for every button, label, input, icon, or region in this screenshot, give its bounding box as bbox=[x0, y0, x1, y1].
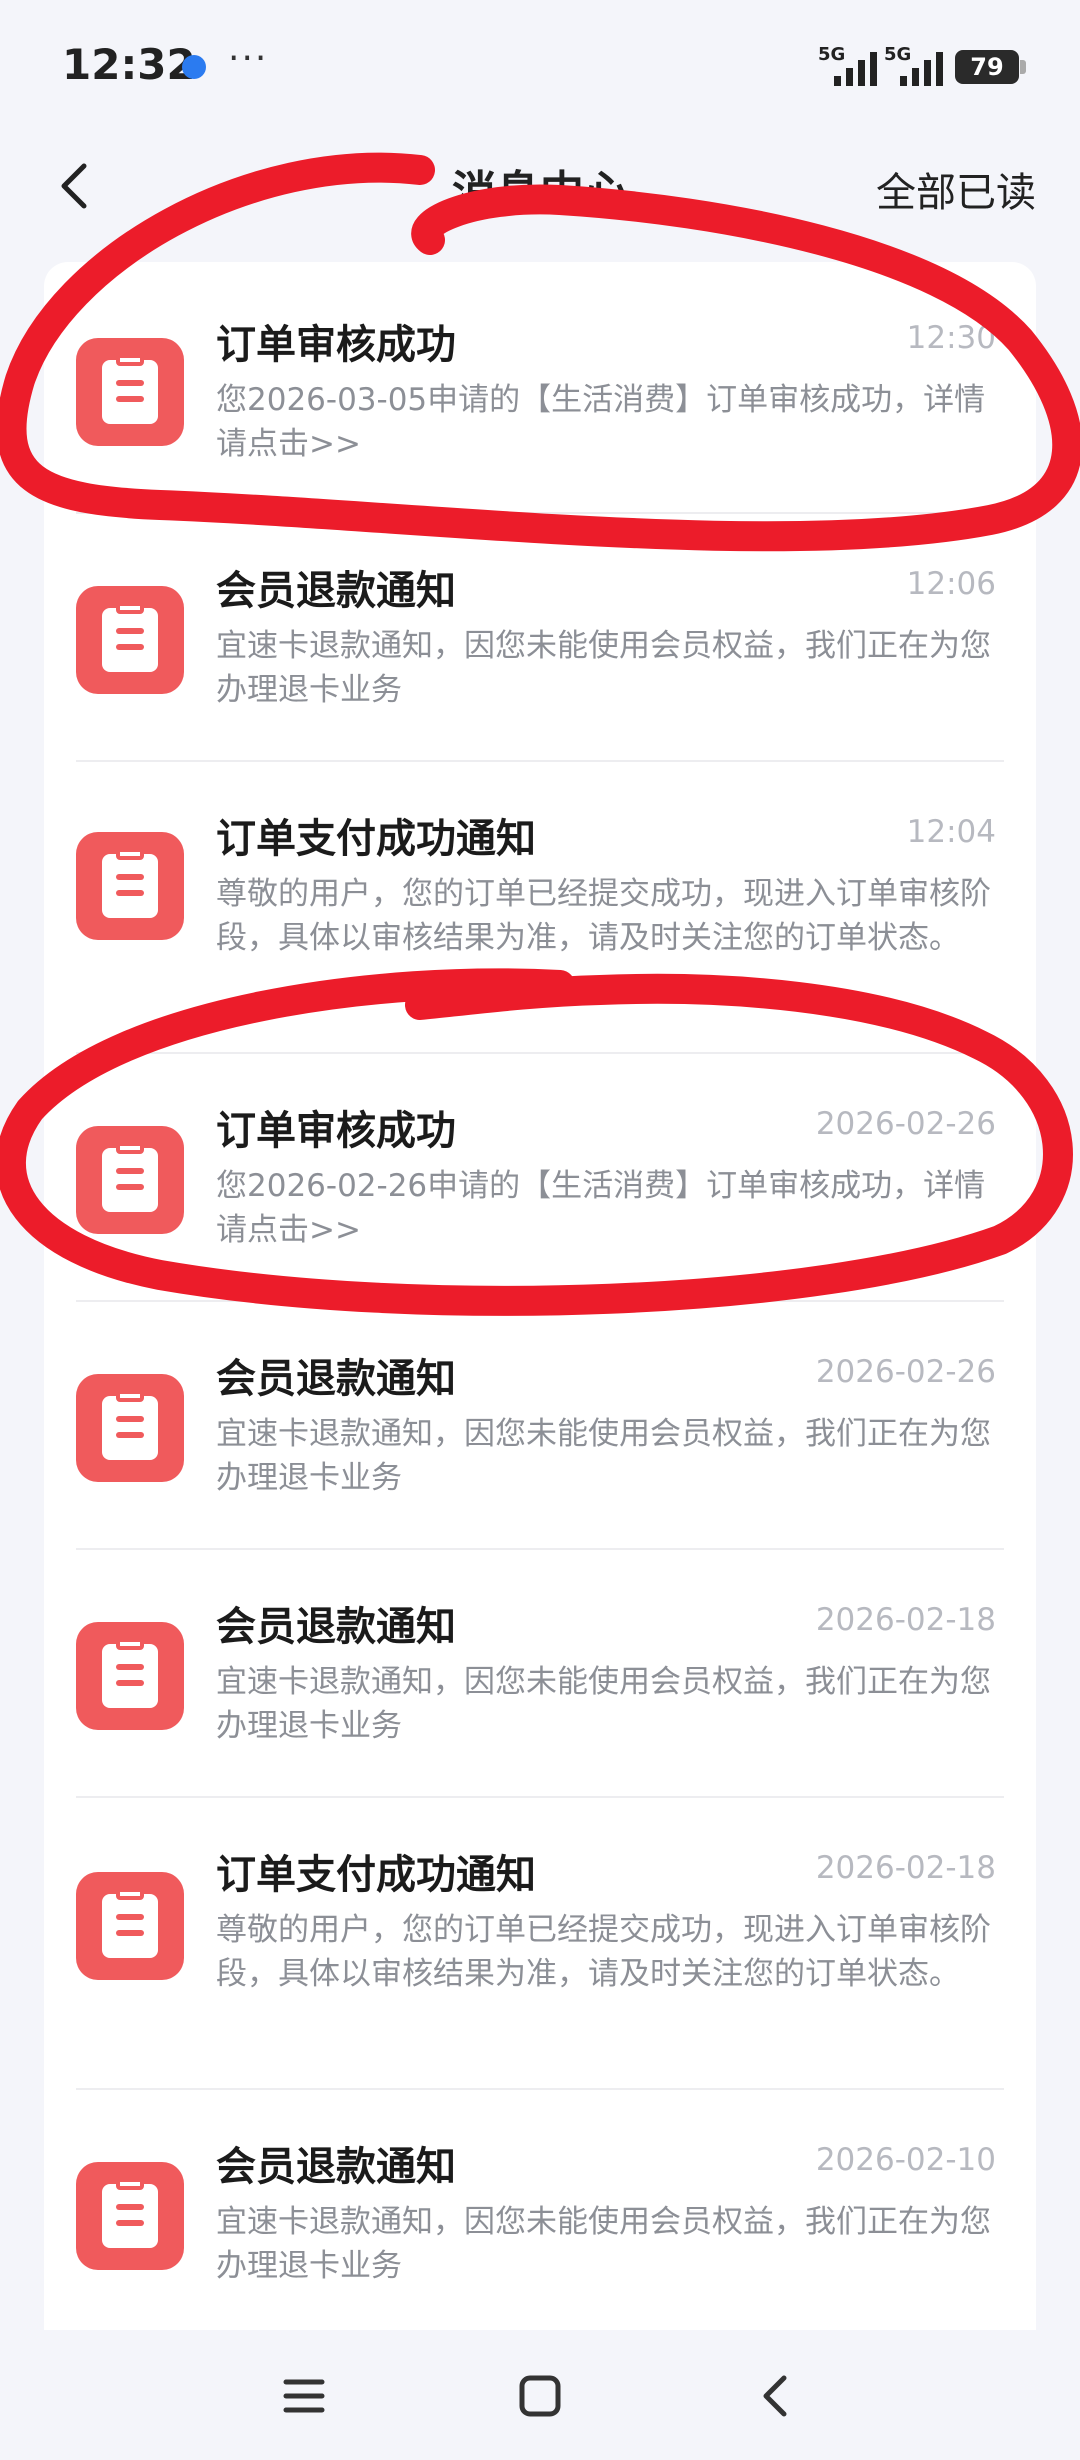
message-item[interactable]: 订单支付成功通知 2026-02-18 尊敬的用户，您的订单已经提交成功，现进入… bbox=[44, 1798, 1036, 2088]
message-item[interactable]: 订单审核成功 12:30 您2026-03-05申请的【生活消费】订单审核成功，… bbox=[44, 262, 1036, 512]
menu-icon bbox=[283, 2379, 325, 2413]
message-item[interactable]: 会员退款通知 2026-02-26 宜速卡退款通知，因您未能使用会员权益，我们正… bbox=[44, 1302, 1036, 1548]
app-notification-icon bbox=[182, 55, 206, 79]
message-item[interactable]: 会员退款通知 2026-02-18 宜速卡退款通知，因您未能使用会员权益，我们正… bbox=[44, 1550, 1036, 1796]
message-title: 会员退款通知 bbox=[216, 1356, 456, 1402]
clipboard-icon bbox=[76, 832, 184, 940]
message-title: 订单支付成功通知 bbox=[216, 1852, 536, 1898]
clipboard-icon bbox=[76, 2162, 184, 2270]
system-back-button[interactable] bbox=[752, 2372, 800, 2420]
message-title: 订单审核成功 bbox=[216, 322, 456, 368]
message-body: 尊敬的用户，您的订单已经提交成功，现进入订单审核阶段，具体以审核结果为准，请及时… bbox=[216, 876, 991, 956]
message-time: 12:06 bbox=[906, 566, 996, 602]
message-time: 2026-02-18 bbox=[815, 1850, 996, 1886]
back-triangle-icon bbox=[763, 2375, 787, 2417]
clipboard-icon bbox=[76, 1374, 184, 1482]
clipboard-icon bbox=[76, 586, 184, 694]
message-time: 12:04 bbox=[906, 814, 996, 850]
message-time: 12:30 bbox=[906, 320, 996, 356]
clipboard-icon bbox=[76, 1126, 184, 1234]
message-time: 2026-02-10 bbox=[815, 2142, 996, 2178]
status-bar: 12:32 ··· 5G 5G 79 bbox=[0, 0, 1080, 130]
home-square-icon bbox=[519, 2375, 561, 2417]
clipboard-icon bbox=[76, 1872, 184, 1980]
message-time: 2026-02-26 bbox=[815, 1354, 996, 1390]
mark-all-read-button[interactable]: 全部已读 bbox=[876, 160, 1036, 218]
message-body: 您2026-02-26申请的【生活消费】订单审核成功，详情请点击>> bbox=[216, 1168, 986, 1248]
message-list: 订单审核成功 12:30 您2026-03-05申请的【生活消费】订单审核成功，… bbox=[44, 262, 1036, 2392]
menu-button[interactable] bbox=[280, 2372, 328, 2420]
battery-tip bbox=[1020, 60, 1026, 74]
more-notifications-icon: ··· bbox=[228, 38, 269, 79]
clipboard-icon bbox=[76, 338, 184, 446]
message-body: 宜速卡退款通知，因您未能使用会员权益，我们正在为您办理退卡业务 bbox=[216, 628, 991, 708]
message-time: 2026-02-18 bbox=[815, 1602, 996, 1638]
home-button[interactable] bbox=[516, 2372, 564, 2420]
clipboard-icon bbox=[76, 1622, 184, 1730]
message-title: 会员退款通知 bbox=[216, 568, 456, 614]
message-title: 会员退款通知 bbox=[216, 2144, 456, 2190]
system-navigation-bar bbox=[0, 2330, 1080, 2460]
message-title: 订单支付成功通知 bbox=[216, 816, 536, 862]
message-item[interactable]: 订单审核成功 2026-02-26 您2026-02-26申请的【生活消费】订单… bbox=[44, 1054, 1036, 1300]
message-time: 2026-02-26 bbox=[815, 1106, 996, 1142]
message-body: 宜速卡退款通知，因您未能使用会员权益，我们正在为您办理退卡业务 bbox=[216, 1664, 991, 1744]
message-item[interactable]: 订单支付成功通知 12:04 尊敬的用户，您的订单已经提交成功，现进入订单审核阶… bbox=[44, 762, 1036, 1052]
message-body: 尊敬的用户，您的订单已经提交成功，现进入订单审核阶段，具体以审核结果为准，请及时… bbox=[216, 1912, 991, 1992]
header: 消息中心 全部已读 bbox=[0, 130, 1080, 240]
message-item[interactable]: 会员退款通知 12:06 宜速卡退款通知，因您未能使用会员权益，我们正在为您办理… bbox=[44, 514, 1036, 760]
message-item[interactable]: 会员退款通知 2026-02-10 宜速卡退款通知，因您未能使用会员权益，我们正… bbox=[44, 2090, 1036, 2336]
status-time: 12:32 bbox=[62, 40, 196, 89]
battery-icon: 79 bbox=[955, 50, 1019, 84]
message-body: 宜速卡退款通知，因您未能使用会员权益，我们正在为您办理退卡业务 bbox=[216, 2204, 991, 2284]
message-body: 宜速卡退款通知，因您未能使用会员权益，我们正在为您办理退卡业务 bbox=[216, 1416, 991, 1496]
message-title: 订单审核成功 bbox=[216, 1108, 456, 1154]
message-body: 您2026-03-05申请的【生活消费】订单审核成功，详情请点击>> bbox=[216, 382, 986, 462]
message-title: 会员退款通知 bbox=[216, 1604, 456, 1650]
